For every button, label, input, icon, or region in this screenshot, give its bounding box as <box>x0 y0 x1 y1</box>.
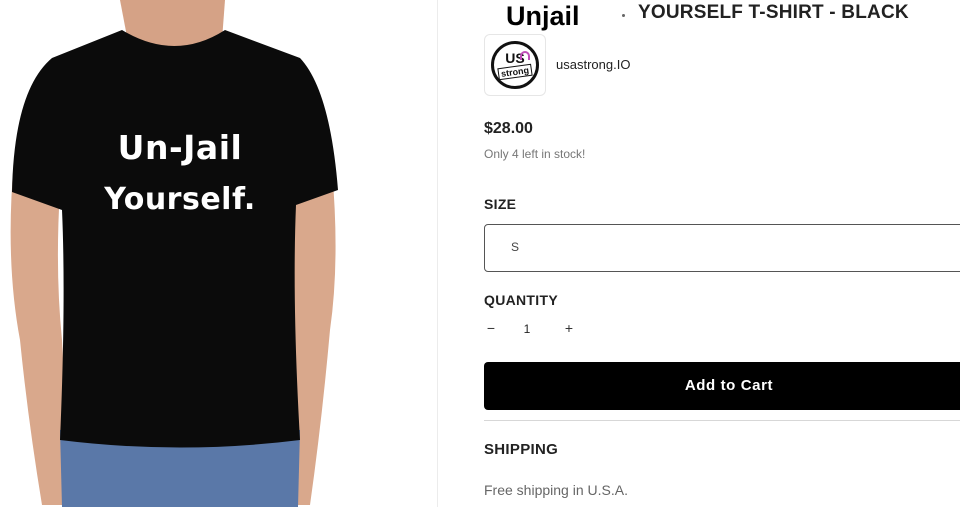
add-to-cart-button[interactable]: Add to Cart <box>484 362 960 410</box>
title-overlay-word: Unjail <box>500 0 586 34</box>
vendor-logo[interactable]: US strong <box>484 34 546 96</box>
quantity-decrement-button[interactable]: − <box>484 320 498 336</box>
title-dot <box>622 14 625 17</box>
shipping-text: Free shipping in U.S.A. <box>484 482 628 498</box>
product-title: YOURSELF T-SHIRT - BLACK <box>638 2 909 23</box>
usa-strong-logo-icon: US strong <box>491 41 539 89</box>
shirt-print-line-2: Yourself. <box>104 182 256 217</box>
size-select[interactable]: S <box>484 224 960 272</box>
model-illustration <box>10 0 338 507</box>
quantity-increment-button[interactable]: + <box>562 320 576 336</box>
shirt-print-line-1: Un-Jail <box>117 128 243 167</box>
product-details-panel: YOURSELF T-SHIRT - BLACK Unjail US stron… <box>438 0 960 507</box>
section-divider <box>484 420 960 421</box>
vendor-name[interactable]: usastrong.IO <box>556 57 630 72</box>
shipping-heading[interactable]: SHIPPING <box>484 441 558 458</box>
quantity-value[interactable]: 1 <box>520 322 534 336</box>
quantity-label: QUANTITY <box>484 292 558 308</box>
product-photo: Un-Jail Yourself. <box>0 0 437 507</box>
logo-text-strong: strong <box>497 63 533 81</box>
product-price: $28.00 <box>484 120 533 137</box>
title-redaction <box>586 2 638 28</box>
house-mark-icon <box>520 51 530 60</box>
stock-notice: Only 4 left in stock! <box>484 147 586 161</box>
size-label: SIZE <box>484 196 517 212</box>
